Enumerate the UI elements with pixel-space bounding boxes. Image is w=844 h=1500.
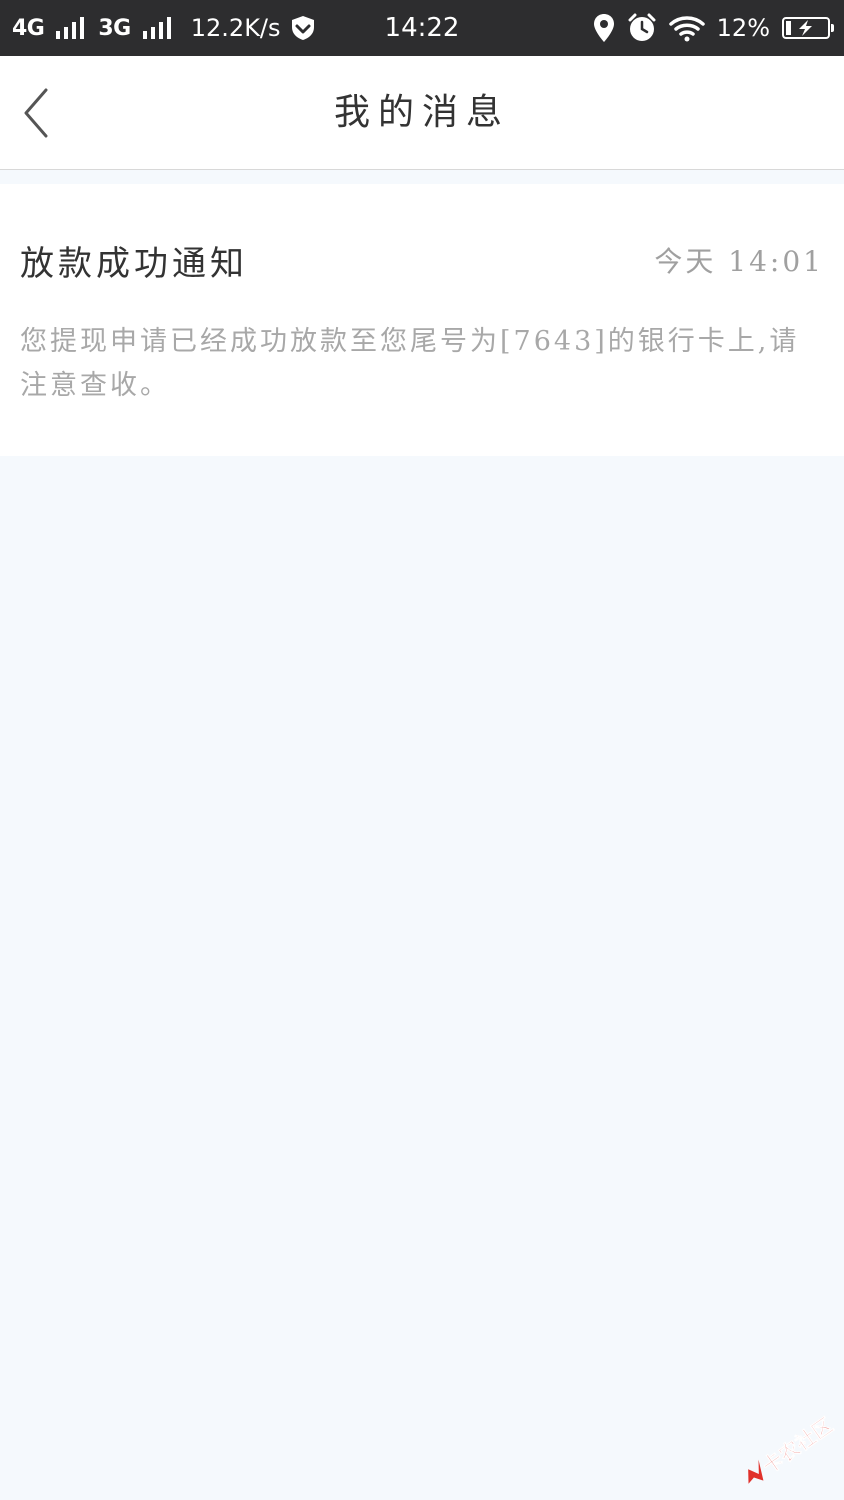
page-title: 我的消息 <box>333 92 510 133</box>
watermark-logo: 卡农社区 <box>728 1406 838 1486</box>
battery-charging-icon <box>782 17 834 39</box>
svg-text:卡农社区: 卡农社区 <box>758 1413 837 1479</box>
battery-percent: 12% <box>716 14 770 42</box>
location-icon <box>593 14 614 42</box>
message-title: 放款成功通知 <box>20 244 248 284</box>
message-time: 今天 14:01 <box>654 245 824 278</box>
status-bar: 4G 3G 12.2K/s 14:22 12% <box>0 0 844 56</box>
message-body: 您提现申请已经成功放款至您尾号为[7643]的银行卡上,请注意查收。 <box>20 326 800 401</box>
message-item[interactable]: 放款成功通知 今天 14:01 您提现申请已经成功放款至您尾号为[7643]的银… <box>0 184 844 456</box>
page-header: 我的消息 <box>0 56 844 170</box>
alarm-icon <box>628 13 656 41</box>
status-bar-right: 12% <box>593 0 834 56</box>
wifi-icon <box>668 16 705 42</box>
